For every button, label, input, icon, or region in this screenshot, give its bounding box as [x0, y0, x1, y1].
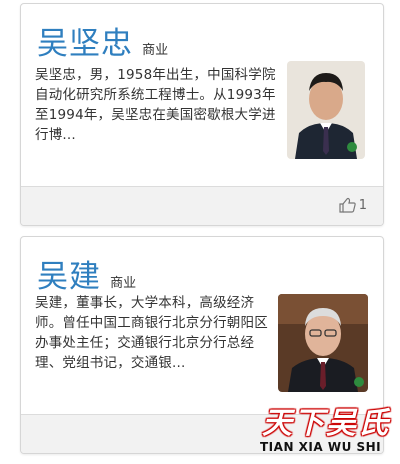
like-count: 1 [358, 197, 367, 213]
watermark-text-en: TIAN XIA WU SHI [260, 440, 382, 454]
person-photo[interactable] [278, 294, 368, 392]
person-card[interactable]: 吴坚忠 商业 吴坚忠，男，1958年出生，中国科学院自动化研究所系统工程博士。从… [20, 3, 384, 226]
person-description: 吴坚忠，男，1958年出生，中国科学院自动化研究所系统工程博士。从1993年至1… [35, 67, 276, 143]
portrait-image [287, 61, 365, 159]
like-button[interactable]: 1 [339, 197, 367, 213]
category-tag: 商业 [142, 43, 169, 58]
portrait-image [278, 294, 368, 392]
person-name-link[interactable]: 吴坚忠 [37, 26, 133, 62]
card-body: 吴坚忠 商业 吴坚忠，男，1958年出生，中国科学院自动化研究所系统工程博士。从… [21, 4, 383, 182]
card-body: 吴建 商业 吴建，董事长，大学本科，高级经济师。曾任中国工商银行北京分行朝阳区办… [21, 237, 383, 413]
card-footer: 1 [21, 186, 383, 225]
card-title-row: 吴坚忠 商业 [37, 18, 168, 63]
person-photo[interactable] [287, 61, 365, 159]
watermark-text-cn: 天下吴氏 [262, 406, 390, 441]
person-name-link[interactable]: 吴建 [37, 259, 101, 295]
thumbs-up-icon [339, 197, 356, 213]
card-title-row: 吴建 商业 [37, 251, 136, 296]
watermark-logo: 天下吴氏 TIAN XIA WU SHI [258, 398, 398, 462]
category-tag: 商业 [110, 276, 137, 291]
person-description: 吴建，董事长，大学本科，高级经济师。曾任中国工商银行北京分行朝阳区办事处主任；交… [35, 295, 268, 371]
